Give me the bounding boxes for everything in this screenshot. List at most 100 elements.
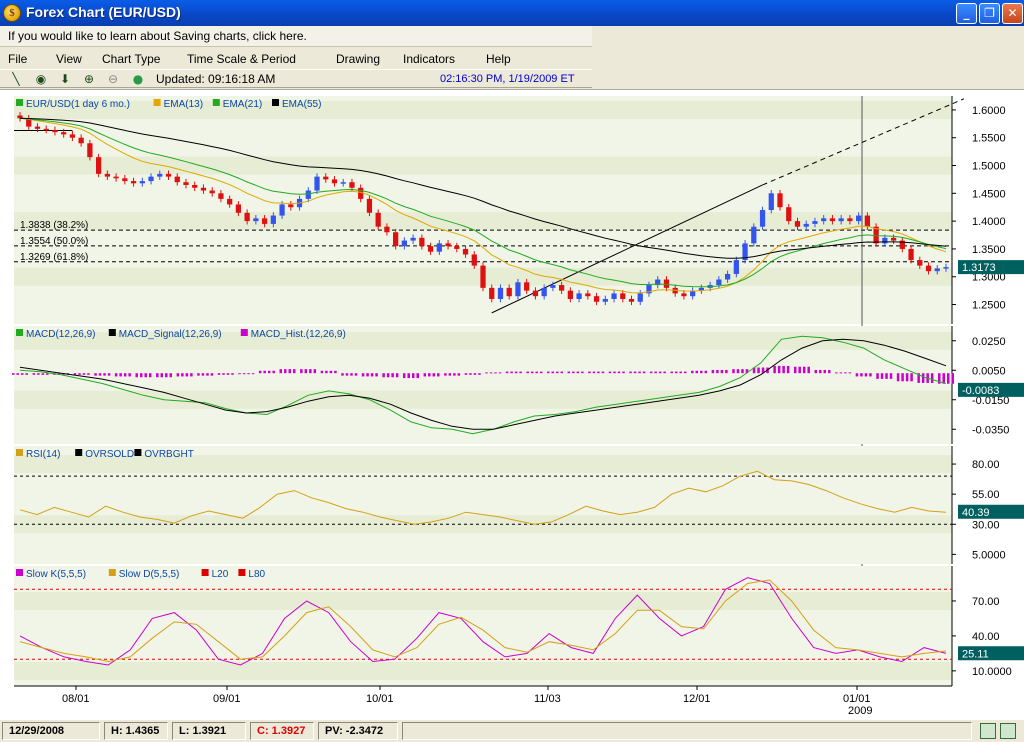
macd-hist-bar [156, 373, 159, 378]
arrow-down-icon[interactable]: ⬇ [57, 71, 73, 87]
macd-hist-bar [844, 372, 847, 374]
candle-body [78, 137, 84, 144]
candle-body [331, 179, 338, 184]
candle-body [375, 212, 381, 227]
title-bar[interactable]: $ Forex Chart (EUR/USD) _ ❐ ✕ [0, 0, 1024, 26]
macd-hist-bar [711, 369, 715, 374]
menu-view[interactable]: View [56, 52, 82, 66]
macd-hist-bar [453, 373, 456, 376]
menu-chart-type[interactable]: Chart Type [102, 52, 160, 66]
macd-hist-bar [176, 373, 180, 377]
close-button[interactable]: ✕ [1002, 3, 1023, 24]
candle-body [192, 184, 198, 188]
macd-hist-bar [148, 373, 152, 378]
x-axis-tick-label: 12/01 [683, 693, 711, 705]
macd-hist-bar [279, 369, 283, 374]
candle-body [366, 198, 373, 213]
candle-body [148, 176, 154, 182]
candle-body [270, 215, 276, 224]
panel-stoch-legend-label: L80 [248, 569, 265, 580]
candle-body [462, 248, 469, 255]
panel-price-y-tick-label: 1.3500 [972, 244, 1006, 256]
macd-hist-bar [32, 373, 36, 375]
macd-hist-bar [802, 366, 806, 374]
candle-body [838, 218, 844, 222]
candle-body [52, 129, 58, 133]
candle-body [489, 287, 495, 299]
macd-hist-bar [416, 373, 419, 379]
tile-icon[interactable] [980, 723, 996, 739]
macd-hist-bar [951, 373, 954, 384]
status-high: H: 1.4365 [104, 722, 168, 740]
candle-body [768, 193, 774, 210]
panel-rsi-legend-label: RSI(14) [26, 449, 60, 460]
crosshair-icon[interactable]: ◉ [33, 71, 49, 87]
macd-hist-bar [185, 373, 189, 377]
macd-hist-bar [885, 373, 888, 379]
panel-stoch-band [14, 591, 952, 610]
minimize-button[interactable]: _ [956, 3, 977, 24]
globe-icon[interactable]: ● [130, 71, 146, 87]
macd-hist-bar [560, 371, 564, 374]
candle-body [384, 226, 390, 233]
saving-charts-link[interactable]: If you would like to learn about Saving … [8, 29, 307, 43]
candle-body [122, 178, 128, 182]
macd-hist-bar [741, 369, 744, 374]
macd-hist-bar [777, 365, 781, 374]
chart-area[interactable]: 1.6000 1.5500 1.5000 1.4500 1.4000 1.3500 1.30… [0, 89, 1024, 719]
panel-price-legend-label: EUR/USD(1 day 6 mo.) [26, 99, 130, 110]
macd-hist-bar [930, 373, 934, 383]
macd-hist-bar [457, 373, 461, 376]
macd-hist-bar [556, 371, 559, 374]
candle-body [532, 290, 539, 297]
panel-macd-legend-swatch [16, 329, 23, 336]
menu-help[interactable]: Help [486, 52, 511, 66]
panel-rsi-y-tick-label: 80.00 [972, 459, 1000, 471]
panel-price-legend-swatch [272, 99, 279, 106]
menu-file[interactable]: File [8, 52, 27, 66]
macd-hist-bar [313, 369, 317, 374]
panel-stoch-band [14, 661, 952, 680]
macd-hist-bar [478, 373, 481, 375]
menu-indicators[interactable]: Indicators [403, 52, 455, 66]
macd-hist-bar [448, 373, 452, 376]
restore-button[interactable]: ❐ [979, 3, 1000, 24]
zoom-out-icon[interactable]: ⊖ [105, 71, 121, 87]
macd-hist-bar [119, 373, 122, 377]
panel-stoch-y-tick-label: 70.00 [972, 596, 1000, 608]
candle-body [777, 193, 783, 208]
candle-body [130, 181, 137, 184]
macd-hist-bar [469, 373, 472, 375]
menu-time-scale[interactable]: Time Scale & Period [187, 52, 296, 66]
cascade-icon[interactable] [1000, 723, 1016, 739]
status-bar: 12/29/2008 H: 1.4365 L: 1.3921 C: 1.3927… [0, 719, 1024, 742]
macd-hist-bar [654, 371, 657, 374]
candle-body [244, 212, 250, 222]
panel-macd-legend-label: MACD_Signal(12,26,9) [119, 329, 222, 340]
updated-time: Updated: 09:16:18 AM [156, 72, 276, 86]
panel-stoch-legend-swatch [108, 569, 116, 576]
macd-hist-bar [284, 369, 287, 374]
macd-hist-bar [814, 369, 818, 374]
line-draw-icon[interactable]: ╲ [8, 71, 24, 87]
price-last-value: 1.3173 [962, 262, 996, 274]
info-link-bar[interactable]: If you would like to learn about Saving … [0, 26, 592, 47]
zoom-in-icon[interactable]: ⊕ [81, 71, 97, 87]
macd-hist-bar [695, 370, 699, 374]
macd-hist-bar [21, 373, 24, 375]
panel-macd-legend-label: MACD_Hist.(12,26,9) [251, 329, 346, 340]
macd-hist-bar [658, 371, 662, 374]
candle-body [576, 293, 582, 299]
macd-hist-bar [773, 365, 776, 374]
macd-hist-bar [464, 373, 468, 375]
panel-rsi-legend-label: OVRSOLD [85, 449, 134, 460]
candle-body [200, 187, 207, 191]
macd-hist-bar [242, 373, 246, 375]
chart-svg[interactable]: 1.60001.55001.50001.45001.40001.35001.30… [0, 90, 1024, 720]
stoch-last-value: 25.11 [962, 648, 989, 660]
candle-body [803, 223, 809, 227]
macd-hist-bar [181, 373, 184, 377]
macd-hist-bar [725, 369, 728, 374]
menu-drawing[interactable]: Drawing [336, 52, 380, 66]
macd-hist-bar [736, 369, 740, 374]
